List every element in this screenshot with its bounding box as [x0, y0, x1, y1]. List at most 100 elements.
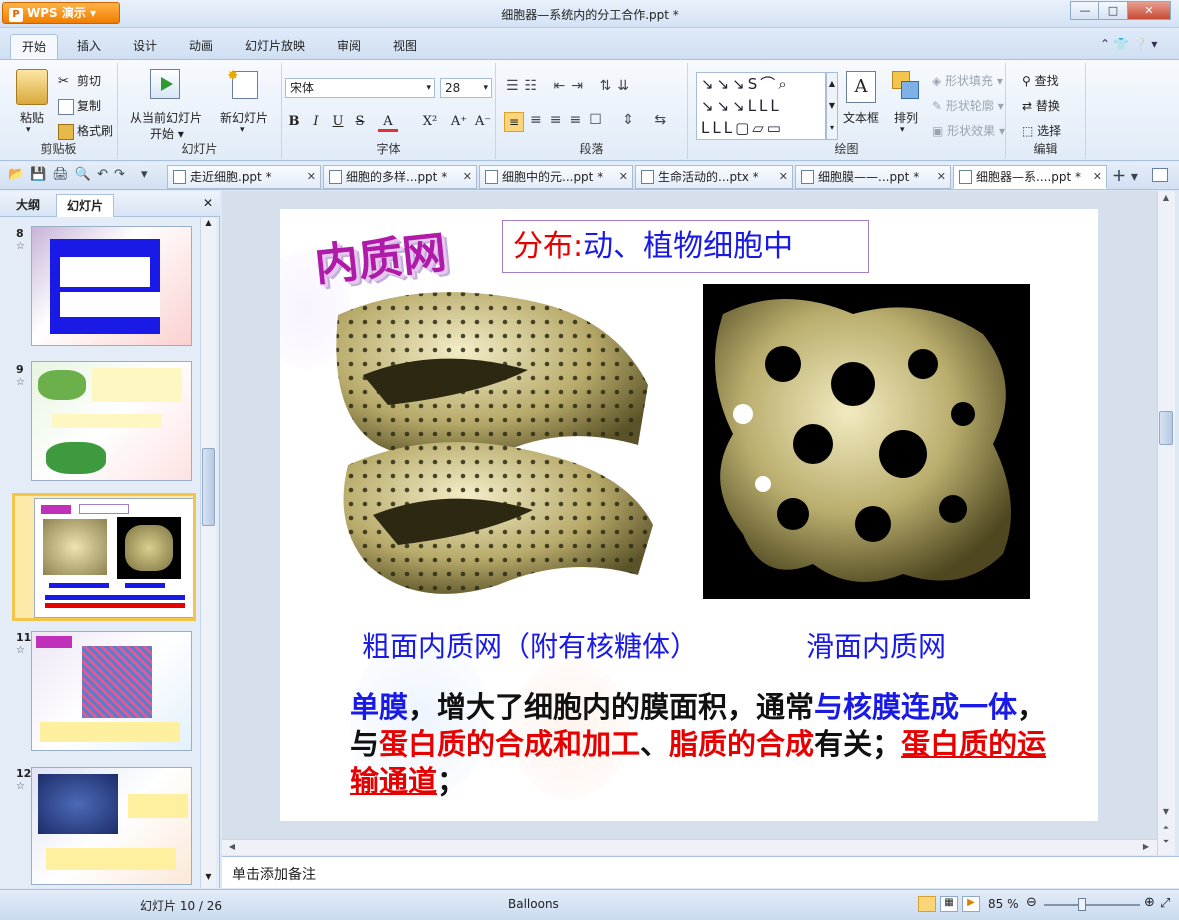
- scroll-up-icon[interactable]: ▲: [1158, 193, 1174, 202]
- close-icon[interactable]: ✕: [779, 166, 788, 188]
- tab-slideshow[interactable]: 幻灯片放映: [234, 34, 316, 60]
- close-icon[interactable]: ✕: [463, 166, 472, 188]
- editor-vertical-scrollbar[interactable]: ▲ ▼ ⏶ ⏷: [1157, 191, 1175, 855]
- window-title: 细胞器—系统内的分工合作.ppt *: [501, 8, 679, 22]
- select-button[interactable]: ⬚ 选择: [1022, 122, 1061, 139]
- font-color-button[interactable]: A: [378, 112, 398, 132]
- doc-tab[interactable]: 生命活动的...ptx * ✕: [635, 165, 793, 189]
- superscript-button[interactable]: X²: [418, 112, 442, 132]
- new-slide-dropdown-icon[interactable]: ▾: [240, 125, 245, 135]
- list-and-indent-icons[interactable]: ☰☷ ⇤⇥ ⇅⇊: [506, 78, 635, 94]
- slide-thumbnail[interactable]: [31, 631, 192, 751]
- tab-review[interactable]: 审阅: [326, 34, 372, 60]
- scroll-down-icon[interactable]: ▼: [201, 872, 216, 886]
- bold-button[interactable]: B: [284, 112, 304, 132]
- star-icon: ☆: [16, 781, 25, 792]
- scroll-right-icon[interactable]: ▶: [1138, 842, 1154, 851]
- zoom-slider[interactable]: [1044, 904, 1140, 906]
- tab-animation[interactable]: 动画: [178, 34, 224, 60]
- slide-counter: 幻灯片 10 / 26: [140, 899, 223, 913]
- restore-button[interactable]: □: [1098, 1, 1128, 20]
- select-icon: ⬚: [1022, 124, 1038, 138]
- doc-tab[interactable]: 走近细胞.ppt * ✕: [167, 165, 321, 189]
- slide-thumbnail[interactable]: [31, 226, 192, 346]
- tab-slides[interactable]: 幻灯片: [56, 194, 115, 217]
- slideshow-view-icon[interactable]: ▶: [962, 896, 980, 912]
- panel-scrollbar[interactable]: ▲ ▼: [200, 218, 216, 888]
- zoom-out-icon[interactable]: ⊖: [1026, 895, 1037, 910]
- cut-button[interactable]: ✂ 剪切: [58, 72, 101, 90]
- tab-design[interactable]: 设计: [122, 34, 168, 60]
- arrange-button[interactable]: 排列: [894, 109, 918, 126]
- doc-tab[interactable]: 细胞中的元...ppt * ✕: [479, 165, 633, 189]
- textbox-button[interactable]: 文本框: [843, 109, 879, 126]
- close-button[interactable]: ✕: [1127, 1, 1171, 20]
- star-icon: ☆: [16, 377, 25, 388]
- normal-view-icon[interactable]: [918, 896, 936, 912]
- slide-thumbnail[interactable]: [31, 767, 192, 885]
- paste-dropdown-icon[interactable]: ▾: [26, 125, 31, 135]
- doc-tab-active[interactable]: 细胞器—系....ppt * ✕: [953, 165, 1107, 189]
- strikethrough-button[interactable]: S: [350, 112, 370, 132]
- underline-button[interactable]: U: [328, 112, 348, 132]
- align-icons[interactable]: ≡≡≡☐ ⇕ ⇆: [530, 112, 674, 128]
- doc-tab[interactable]: 细胞的多样...ppt * ✕: [323, 165, 477, 189]
- ribbon-help-icons[interactable]: ⌃ 👕 ❔ ▾: [1100, 37, 1157, 51]
- from-current-slide-button[interactable]: 从当前幻灯片: [130, 109, 202, 126]
- grow-font-button[interactable]: A⁺: [448, 112, 470, 132]
- close-icon[interactable]: ✕: [619, 166, 628, 188]
- new-tab-button[interactable]: ＋ ▾: [1112, 166, 1138, 186]
- textbox-icon: A: [846, 71, 876, 103]
- font-size-combo[interactable]: 28 ▾: [440, 78, 492, 98]
- copy-button[interactable]: 复制: [58, 97, 101, 115]
- tab-outline[interactable]: 大纲: [6, 194, 50, 217]
- shapes-gallery-scroll[interactable]: ▲ ▼ ▾: [826, 72, 838, 140]
- close-icon[interactable]: ✕: [1093, 166, 1102, 188]
- scroll-left-icon[interactable]: ◀: [224, 842, 240, 851]
- next-slide-icon[interactable]: ⏷: [1158, 837, 1174, 847]
- shape-fill-button[interactable]: ◈ 形状填充 ▾: [932, 72, 1003, 89]
- fit-to-window-icon[interactable]: ⤢: [1160, 896, 1170, 911]
- tab-insert[interactable]: 插入: [66, 34, 112, 60]
- arrange-dropdown-icon[interactable]: ▾: [900, 125, 905, 135]
- replace-button[interactable]: ⇄ 替换: [1022, 97, 1060, 114]
- new-slide-button[interactable]: 新幻灯片: [220, 109, 268, 126]
- italic-button[interactable]: I: [306, 112, 326, 132]
- minimize-button[interactable]: —: [1070, 1, 1100, 20]
- doc-tab[interactable]: 细胞膜——...ppt * ✕: [795, 165, 951, 189]
- slides-group: 从当前幻灯片 开始 ▾ ✸ 新幻灯片 ▾ 幻灯片: [118, 63, 282, 159]
- align-left-button[interactable]: ≡: [504, 112, 524, 132]
- scrollbar-thumb[interactable]: [1159, 411, 1173, 445]
- zoom-in-icon[interactable]: ⊕: [1144, 895, 1155, 910]
- shape-effect-button[interactable]: ▣ 形状效果 ▾: [932, 122, 1005, 139]
- slide-sorter-view-icon[interactable]: ▦: [940, 896, 958, 912]
- window-list-icon[interactable]: [1152, 168, 1168, 182]
- tab-home[interactable]: 开始: [10, 34, 59, 60]
- font-name-combo[interactable]: 宋体 ▾: [285, 78, 435, 98]
- drawing-group: ↘↘↘S⌒⌕ ↘↘↘ᒪᒪᒪ ᒪᒪᒪ▢▱▭ ▲ ▼ ▾ A 文本框 排列 ▾ ◈ 形状填充…: [688, 63, 1006, 159]
- close-icon[interactable]: ✕: [937, 166, 946, 188]
- slide-canvas[interactable]: 内质网 分布:动、植物细胞中 粗面内质网（附有核糖体） 滑面内质网 单膜，增大了…: [280, 209, 1098, 821]
- shape-outline-button[interactable]: ✎ 形状轮廓 ▾: [932, 97, 1004, 114]
- shrink-font-button[interactable]: A⁻: [472, 112, 494, 132]
- shapes-gallery[interactable]: ↘↘↘S⌒⌕ ↘↘↘ᒪᒪᒪ ᒪᒪᒪ▢▱▭: [696, 72, 826, 140]
- editor-horizontal-scrollbar[interactable]: ◀ ▶: [222, 839, 1157, 855]
- wps-app-menu-button[interactable]: P WPS 演示 ▾: [2, 2, 120, 24]
- tab-view[interactable]: 视图: [382, 34, 428, 60]
- zoom-slider-thumb[interactable]: [1078, 898, 1086, 911]
- find-button[interactable]: ⚲ 查找: [1022, 72, 1059, 89]
- scroll-down-icon[interactable]: ▼: [1158, 807, 1174, 816]
- slides-group-label: 幻灯片: [181, 142, 218, 156]
- slide-thumbnail-selected[interactable]: [12, 493, 196, 621]
- scroll-up-icon[interactable]: ▲: [201, 218, 216, 232]
- slide-thumbnail[interactable]: [31, 361, 192, 481]
- paste-button[interactable]: 粘贴: [20, 109, 44, 126]
- panel-close-icon[interactable]: ✕: [203, 196, 213, 210]
- previous-slide-icon[interactable]: ⏶: [1158, 823, 1174, 833]
- scrollbar-thumb[interactable]: [202, 448, 215, 526]
- notes-area[interactable]: 单击添加备注: [222, 856, 1179, 888]
- zoom-level: 85 %: [988, 897, 1019, 911]
- quick-access-toolbar[interactable]: 📂💾🖨🔍↶↷ ▾: [8, 167, 154, 182]
- close-icon[interactable]: ✕: [307, 166, 316, 188]
- format-painter-button[interactable]: 格式刷: [58, 122, 113, 140]
